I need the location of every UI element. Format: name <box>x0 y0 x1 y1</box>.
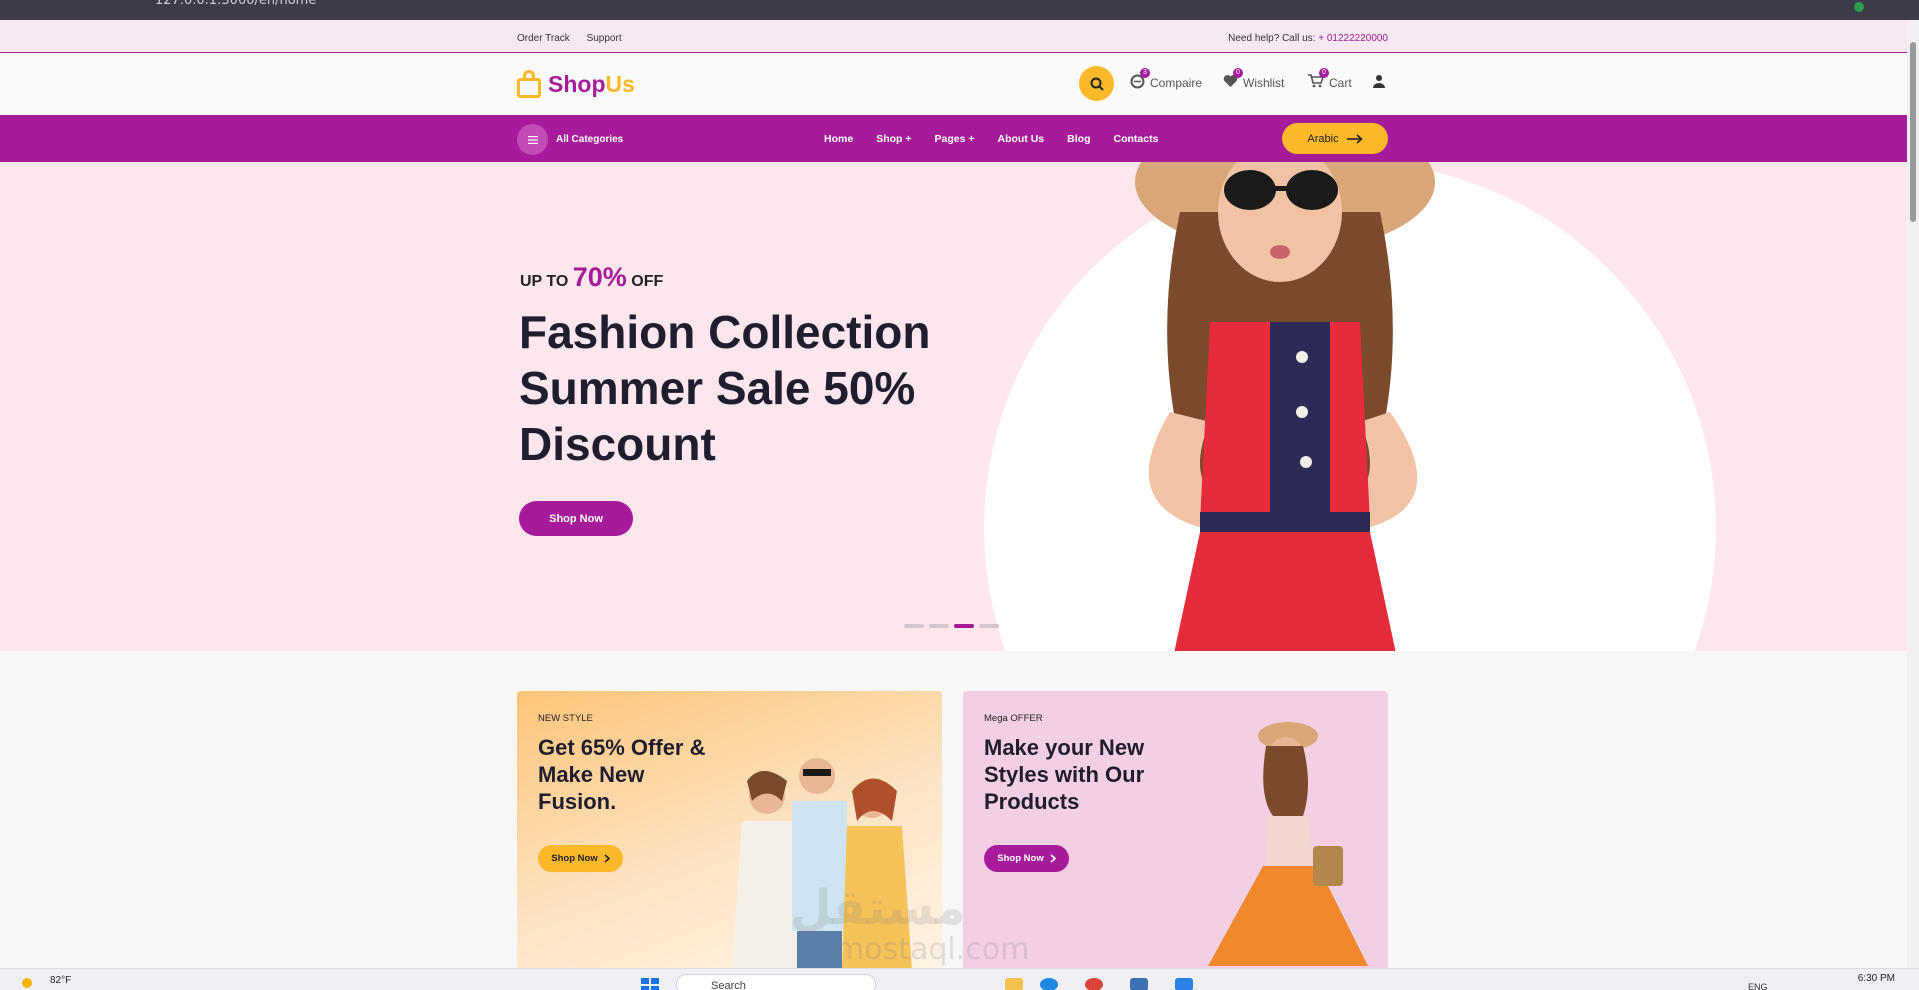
banner-tag: Mega OFFER <box>984 713 1043 724</box>
vscode-icon[interactable] <box>1130 978 1148 990</box>
weather-icon[interactable] <box>22 978 32 988</box>
order-track-link[interactable]: Order Track <box>517 33 570 44</box>
language-indicator[interactable]: ENG <box>1748 982 1768 990</box>
help-text: Need help? Call us: <box>1228 33 1316 44</box>
taskbar-search[interactable]: Search <box>676 974 876 990</box>
search-button[interactable] <box>1079 66 1114 101</box>
chevron-right-icon <box>1050 854 1056 863</box>
logo-text-us: Us <box>605 70 635 97</box>
arrow-right-icon <box>1346 133 1363 144</box>
chrome-icon[interactable] <box>1085 978 1103 990</box>
language-label: Arabic <box>1307 132 1339 145</box>
nav-item-blog[interactable]: Blog <box>1067 133 1090 145</box>
compare-count-badge: 3 <box>1140 68 1150 78</box>
banner-shop-now-button[interactable]: Shop Now <box>984 845 1069 872</box>
edge-icon[interactable] <box>1040 978 1058 990</box>
slider-dot[interactable] <box>954 624 974 628</box>
account-button[interactable] <box>1373 74 1385 88</box>
main-navigation: All Categories Home Shop + Pages + About… <box>0 115 1907 162</box>
nav-item-shop[interactable]: Shop + <box>876 133 911 145</box>
offer-percent: 70% <box>572 262 627 292</box>
banner-woman-image <box>1208 722 1368 966</box>
wishlist-count-badge: 0 <box>1233 68 1243 78</box>
site-logo[interactable]: Shop Us <box>517 68 635 100</box>
cart-icon: 0 <box>1308 68 1329 91</box>
cart-label: Cart <box>1329 75 1352 90</box>
compare-link[interactable]: 3 Compaire <box>1130 68 1203 92</box>
banner-title: Make your New Styles with Our Products <box>984 735 1145 814</box>
offer-suffix: OFF <box>631 273 664 290</box>
wishlist-label: Wishlist <box>1243 75 1285 90</box>
compare-icon: 3 <box>1130 68 1150 92</box>
offer-prefix: UP TO <box>520 273 569 290</box>
banner-shop-now-button[interactable]: Shop Now <box>538 845 623 872</box>
hero-offer: UP TO 70% OFF <box>520 262 663 293</box>
language-button[interactable]: Arabic <box>1282 123 1388 154</box>
menu-icon <box>517 124 548 155</box>
all-categories-button[interactable]: All Categories <box>517 124 623 155</box>
watermark-arabic: مستقل <box>790 880 966 936</box>
user-icon <box>1373 75 1385 88</box>
help-contact: Need help? Call us: + 01222220000 <box>1228 33 1388 44</box>
site-header: Shop Us 3 Compaire 0 Wishlist 0 Cart <box>0 54 1907 115</box>
top-info-bar: Order Track Support Need help? Call us: … <box>0 20 1907 53</box>
chevron-right-icon <box>604 854 610 863</box>
nav-item-contacts[interactable]: Contacts <box>1113 133 1158 145</box>
wishlist-link[interactable]: 0 Wishlist <box>1223 68 1285 91</box>
file-explorer-icon[interactable] <box>1005 978 1023 990</box>
menu-items: Home Shop + Pages + About Us Blog Contac… <box>824 133 1181 145</box>
logo-text-shop: Shop <box>548 70 606 97</box>
app-icon[interactable] <box>1175 978 1193 990</box>
nav-item-about[interactable]: About Us <box>997 133 1044 145</box>
slider-dot[interactable] <box>979 624 999 628</box>
hero-slider: UP TO 70% OFF Fashion Collection Summer … <box>0 162 1907 651</box>
slider-dot[interactable] <box>904 624 924 628</box>
banner-button-label: Shop Now <box>551 853 598 864</box>
clock[interactable]: 6:30 PM <box>1858 973 1895 984</box>
heart-icon: 0 <box>1223 68 1243 91</box>
nav-item-pages[interactable]: Pages + <box>934 133 974 145</box>
profile-avatar-icon[interactable] <box>1854 2 1864 12</box>
slider-pagination <box>904 624 1004 628</box>
shopping-bag-icon <box>517 70 541 98</box>
slider-dot[interactable] <box>929 624 949 628</box>
promo-banner-mega-offer[interactable]: Mega OFFER Make your New Styles with Our… <box>963 691 1388 971</box>
banner-button-label: Shop Now <box>997 853 1044 864</box>
browser-toolbar: 127.0.0.1:3000/en/home <box>0 0 1919 20</box>
hero-shop-now-button[interactable]: Shop Now <box>519 501 633 536</box>
cart-count-badge: 0 <box>1319 68 1329 78</box>
weather-temp[interactable]: 82°F <box>50 975 71 986</box>
search-icon <box>1090 77 1104 91</box>
banner-title: Get 65% Offer & Make New Fusion. <box>538 735 706 814</box>
windows-start-icon[interactable] <box>641 978 659 990</box>
watermark-latin: mostaql.com <box>835 932 1030 967</box>
banner-tag: NEW STYLE <box>538 713 593 724</box>
scrollbar-thumb[interactable] <box>1910 42 1916 222</box>
top-links: Order Track Support <box>517 33 636 44</box>
all-categories-label: All Categories <box>556 134 624 145</box>
hero-model-image <box>1135 162 1435 651</box>
cart-link[interactable]: 0 Cart <box>1308 68 1352 91</box>
os-taskbar: 82°F Search ENG 6:30 PM <box>0 968 1919 990</box>
hero-headline: Fashion Collection Summer Sale 50% Disco… <box>519 306 931 470</box>
support-link[interactable]: Support <box>587 33 622 44</box>
help-phone[interactable]: + 01222220000 <box>1318 33 1388 44</box>
page-scrollbar[interactable] <box>1907 20 1919 968</box>
compare-label: Compaire <box>1150 76 1203 90</box>
nav-item-home[interactable]: Home <box>824 133 853 145</box>
address-bar[interactable]: 127.0.0.1:3000/en/home <box>155 0 316 8</box>
